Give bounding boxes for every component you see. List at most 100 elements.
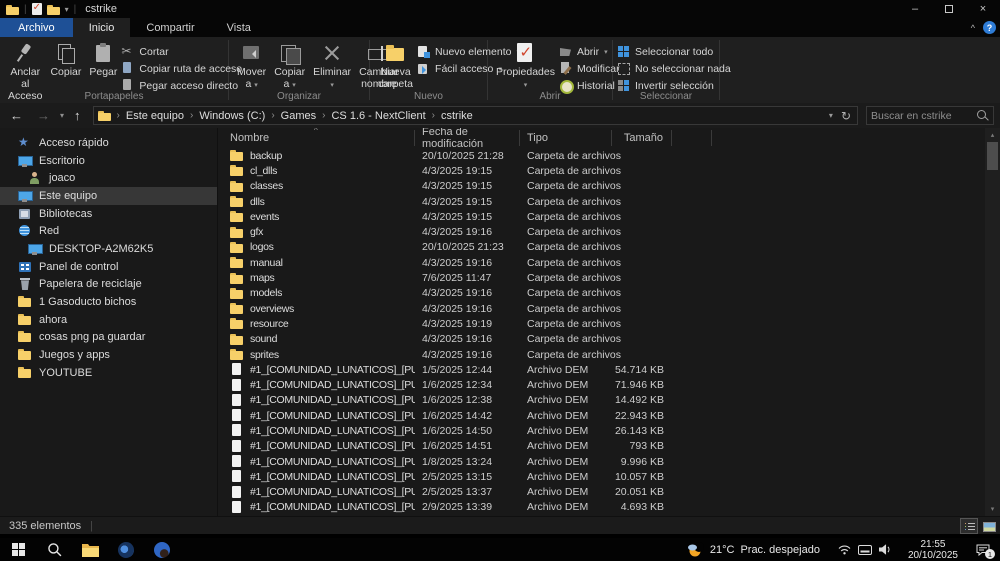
sidebar-item[interactable]: Red [0, 222, 217, 240]
sidebar-item[interactable]: Papelera de reciclaje [0, 276, 217, 294]
column-header-name[interactable]: Nombre ^ [218, 130, 415, 146]
delete-button[interactable]: Eliminar▾ [309, 40, 355, 92]
file-row[interactable]: #1_[COMUNIDAD_LUNATICOS]_[PUBLI-0... 1/6… [218, 423, 985, 438]
file-row[interactable]: cl_dlls 4/3/2025 19:15 Carpeta de archiv… [218, 163, 985, 178]
help-icon[interactable]: ? [983, 21, 996, 34]
cut-button[interactable]: Cortar [121, 45, 242, 58]
wifi-icon[interactable] [838, 544, 851, 555]
file-row[interactable]: #1_[COMUNIDAD_LUNATICOS]_[PUBLI-0... 1/5… [218, 362, 985, 377]
minimize-button[interactable]: – [898, 0, 932, 18]
sidebar-item[interactable]: YOUTUBE [0, 364, 217, 382]
file-row[interactable]: dlls 4/3/2025 19:15 Carpeta de archivos [218, 194, 985, 209]
address-bar[interactable]: › Este equipo › Windows (C:) › Games › C… [93, 106, 858, 125]
select-all-button[interactable]: Seleccionar todo [617, 45, 731, 58]
recent-locations-dropdown-icon[interactable]: ▾ [57, 111, 67, 120]
tab-inicio[interactable]: Inicio [73, 18, 131, 37]
taskbar-clock[interactable]: 21:55 20/10/2025 [900, 538, 966, 561]
sidebar-item[interactable]: Bibliotecas [0, 205, 217, 223]
tab-compartir[interactable]: Compartir [130, 18, 210, 37]
file-row[interactable]: #1_[COMUNIDAD_LUNATICOS]_[PUBLI-0... 2/5… [218, 485, 985, 500]
large-icons-view-button[interactable] [980, 518, 998, 534]
notification-center-button[interactable]: 1 [966, 538, 1000, 561]
sidebar-item[interactable]: 1 Gasoducto bichos [0, 293, 217, 311]
qat-new-folder-icon[interactable] [47, 4, 60, 15]
copy-path-button[interactable]: Copiar ruta de acceso [121, 62, 242, 75]
forward-button[interactable]: → [30, 108, 57, 123]
scrollbar-thumb[interactable] [987, 142, 998, 170]
file-row[interactable]: #1_[COMUNIDAD_LUNATICOS]_[PUBLI-0... 2/9… [218, 500, 985, 515]
sidebar-item[interactable]: cosas png pa guardar [0, 329, 217, 347]
details-view-button[interactable] [960, 518, 978, 534]
sidebar-item[interactable]: ahora [0, 311, 217, 329]
qat-properties-icon[interactable] [32, 3, 42, 15]
sidebar-item[interactable]: Escritorio [0, 152, 217, 170]
file-row[interactable]: backup 20/10/2025 21:28 Carpeta de archi… [218, 148, 985, 163]
breadcrumb-item[interactable]: Este equipo [124, 110, 186, 122]
file-name-cell: #1_[COMUNIDAD_LUNATICOS]_[PUBLI-0... [218, 363, 415, 376]
device-icon[interactable] [858, 545, 872, 555]
taskbar-app-button-1[interactable] [108, 538, 144, 561]
tab-archivo[interactable]: Archivo [0, 18, 73, 37]
close-button[interactable]: × [966, 0, 1000, 18]
column-header-size[interactable]: Tamaño [612, 130, 672, 146]
speaker-icon[interactable] [879, 544, 892, 555]
paste-button[interactable]: Pegar [85, 40, 121, 80]
file-row[interactable]: logos 20/10/2025 21:23 Carpeta de archiv… [218, 240, 985, 255]
file-row[interactable]: events 4/3/2025 19:15 Carpeta de archivo… [218, 209, 985, 224]
file-type-icon [230, 287, 244, 300]
select-none-button[interactable]: No seleccionar nada [617, 62, 731, 75]
new-folder-button[interactable]: Nuevacarpeta [374, 40, 417, 92]
back-button[interactable]: ← [0, 108, 30, 123]
file-row[interactable]: #1_[COMUNIDAD_LUNATICOS]_[PUBLI-0... 1/8… [218, 454, 985, 469]
properties-button[interactable]: Propiedades▾ [492, 40, 559, 92]
breadcrumb-item[interactable]: cstrike [439, 110, 475, 122]
file-row[interactable]: #1_[COMUNIDAD_LUNATICOS]_[PUBLI-0... 1/6… [218, 439, 985, 454]
taskbar-search-button[interactable] [36, 538, 72, 561]
taskbar-weather-widget[interactable]: 21°C Prac. despejado [677, 538, 830, 561]
scrollbar-track[interactable] [985, 142, 1000, 502]
edit-button[interactable]: Modificar [559, 62, 620, 75]
sidebar-item[interactable]: DESKTOP-A2M62K5 [0, 240, 217, 258]
file-row[interactable]: maps 7/6/2025 11:47 Carpeta de archivos [218, 270, 985, 285]
file-row[interactable]: manual 4/3/2025 19:16 Carpeta de archivo… [218, 255, 985, 270]
breadcrumb-item[interactable]: Games [279, 110, 318, 122]
tab-vista[interactable]: Vista [211, 18, 267, 37]
start-button[interactable] [0, 538, 36, 561]
file-row[interactable]: resource 4/3/2025 19:19 Carpeta de archi… [218, 316, 985, 331]
ribbon-collapse-icon[interactable]: ^ [971, 23, 975, 33]
sidebar-item[interactable]: Este equipo [0, 187, 217, 205]
sidebar-item[interactable]: Panel de control [0, 258, 217, 276]
file-row[interactable]: sound 4/3/2025 19:16 Carpeta de archivos [218, 332, 985, 347]
file-row[interactable]: #1_[COMUNIDAD_LUNATICOS]_[PUBLI-0... 1/6… [218, 377, 985, 392]
taskbar-explorer-button[interactable] [72, 538, 108, 561]
search-input[interactable] [871, 110, 977, 122]
column-header-date[interactable]: Fecha de modificación [415, 130, 520, 146]
move-to-button[interactable]: Movera ▾ [233, 40, 270, 92]
search-icon[interactable] [977, 110, 989, 122]
sidebar-item[interactable]: Acceso rápido [0, 134, 217, 152]
up-button[interactable]: ↑ [67, 108, 88, 123]
file-row[interactable]: sprites 4/3/2025 19:16 Carpeta de archiv… [218, 347, 985, 362]
sidebar-item[interactable]: Juegos y apps [0, 346, 217, 364]
maximize-button[interactable] [932, 0, 966, 18]
file-row[interactable]: overviews 4/3/2025 19:16 Carpeta de arch… [218, 301, 985, 316]
file-row[interactable]: models 4/3/2025 19:16 Carpeta de archivo… [218, 286, 985, 301]
file-row[interactable]: classes 4/3/2025 19:15 Carpeta de archiv… [218, 179, 985, 194]
breadcrumb-item[interactable]: Windows (C:) [197, 110, 267, 122]
refresh-icon[interactable]: ↻ [841, 109, 851, 123]
address-dropdown-icon[interactable]: ▾ [829, 111, 833, 120]
sidebar-item[interactable]: joaco [0, 169, 217, 187]
taskbar-app-button-2[interactable] [144, 538, 180, 561]
column-header-type[interactable]: Tipo [520, 130, 612, 146]
file-row[interactable]: #1_[COMUNIDAD_LUNATICOS]_[PUBLI-0... 2/5… [218, 469, 985, 484]
file-row[interactable]: gfx 4/3/2025 19:16 Carpeta de archivos [218, 224, 985, 239]
file-row[interactable]: #1_[COMUNIDAD_LUNATICOS]_[PUBLI-0... 1/6… [218, 393, 985, 408]
file-row[interactable]: #1_[COMUNIDAD_LUNATICOS]_[PUBLI-0... 1/6… [218, 408, 985, 423]
scroll-up-icon[interactable]: ▴ [985, 128, 1000, 142]
scroll-down-icon[interactable]: ▾ [985, 502, 1000, 516]
copy-button[interactable]: Copiar [46, 40, 85, 80]
open-button[interactable]: Abrir ▾ [559, 45, 620, 58]
copy-to-button[interactable]: Copiara ▾ [270, 40, 309, 92]
breadcrumb-item[interactable]: CS 1.6 - NextClient [329, 110, 427, 122]
qat-customize-dropdown-icon[interactable]: ▾ [65, 5, 69, 14]
